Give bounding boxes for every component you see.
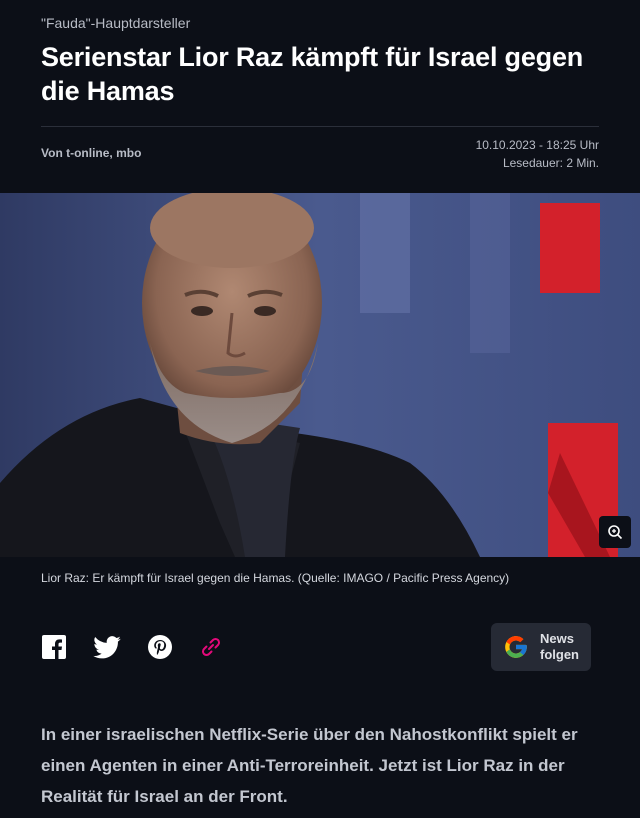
google-news-label: News folgen [540,631,579,663]
kicker: "Fauda"-Hauptdarsteller [41,15,191,31]
google-news-line2: folgen [540,647,579,662]
copy-link-button[interactable] [198,634,224,660]
image-caption: Lior Raz: Er kämpft für Israel gegen die… [41,571,510,585]
google-news-follow-button[interactable]: News folgen [491,623,591,671]
zoom-in-icon [608,525,623,540]
twitter-icon [93,635,121,658]
pinterest-share-button[interactable] [147,634,173,660]
google-news-line1: News [540,631,574,646]
article-intro: In einer israelischen Netflix-Serie über… [41,725,578,806]
twitter-share-button[interactable] [92,634,122,660]
publish-date: 10.10.2023 - 18:25 Uhr [475,138,599,152]
hero-image[interactable] [0,193,640,557]
article-header: "Fauda"-Hauptdarsteller Serienstar Lior … [0,0,640,172]
link-icon [201,637,221,657]
hero-photo [0,193,640,557]
share-bar: News folgen [41,623,591,671]
author: Von t-online, mbo [41,146,142,160]
facebook-icon [42,635,66,659]
zoom-button[interactable] [599,516,631,548]
article-meta: Von t-online, mbo 10.10.2023 - 18:25 Uhr… [41,136,599,172]
meta-right: 10.10.2023 - 18:25 Uhr Lesedauer: 2 Min. [476,136,599,172]
headline: Serienstar Lior Raz kämpft für Israel ge… [41,42,584,106]
facebook-share-button[interactable] [41,634,67,660]
divider [41,126,599,127]
pinterest-icon [148,635,172,659]
google-icon [505,636,527,658]
reading-time: Lesedauer: 2 Min. [502,156,599,170]
